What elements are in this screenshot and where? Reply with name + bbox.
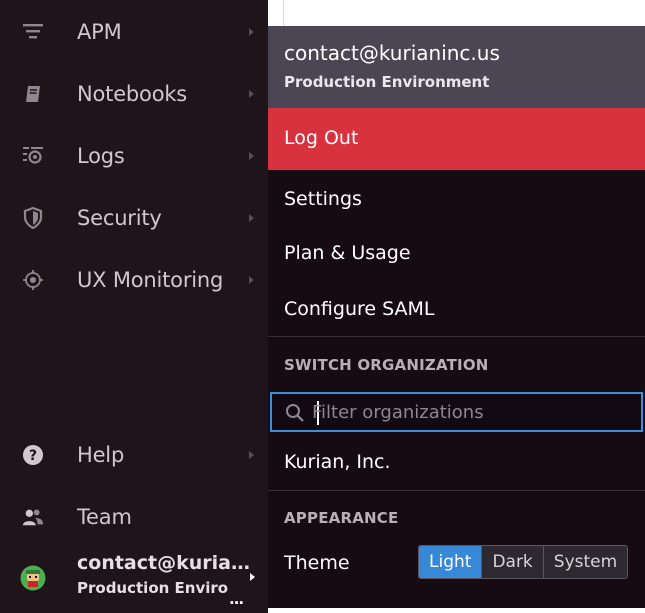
svg-text:?: ? <box>29 448 37 464</box>
sidebar-item-ux-monitoring[interactable]: UX Monitoring <box>0 252 268 308</box>
theme-system-button[interactable]: System <box>542 546 628 578</box>
theme-dark-button[interactable]: Dark <box>481 546 543 578</box>
logs-icon <box>22 145 44 167</box>
user-email: contact@kuria… <box>77 552 250 574</box>
sidebar-item-label: Help <box>77 443 125 467</box>
sidebar-item-help[interactable]: ? Help <box>0 427 268 483</box>
chevron-right-icon <box>249 276 254 284</box>
main-divider <box>283 0 284 26</box>
theme-label: Theme <box>284 552 350 574</box>
organization-name: Kurian, Inc. <box>284 451 391 473</box>
shield-icon <box>22 207 44 229</box>
account-email: contact@kurianinc.us <box>284 41 500 65</box>
log-out-button[interactable]: Log Out <box>268 108 645 170</box>
sidebar-item-notebooks[interactable]: Notebooks <box>0 66 268 122</box>
notebook-icon <box>22 83 44 105</box>
filter-organizations-field[interactable] <box>270 392 643 432</box>
sidebar-item-logs[interactable]: Logs <box>0 128 268 184</box>
help-icon: ? <box>22 444 44 466</box>
appearance-heading: APPEARANCE <box>284 509 399 527</box>
divider <box>268 336 645 337</box>
chevron-right-icon <box>249 214 254 222</box>
account-environment: Production Environment <box>284 73 490 91</box>
configure-saml-label: Configure SAML <box>284 298 435 320</box>
log-out-label: Log Out <box>284 127 359 149</box>
sidebar-item-label: Notebooks <box>77 82 188 106</box>
plan-usage-link[interactable]: Plan & Usage <box>268 226 645 280</box>
sidebar-item-label: Security <box>77 206 162 230</box>
account-menu: contact@kurianinc.us Production Environm… <box>268 26 645 608</box>
chevron-right-icon <box>249 152 254 160</box>
chevron-right-icon <box>249 28 254 36</box>
configure-saml-link[interactable]: Configure SAML <box>268 282 645 336</box>
search-icon <box>286 404 304 422</box>
ux-monitoring-icon <box>22 269 44 291</box>
chevron-right-icon <box>250 573 255 581</box>
divider <box>268 490 645 491</box>
sidebar-item-apm[interactable]: APM <box>0 4 268 60</box>
chevron-right-icon <box>249 451 254 459</box>
user-environment: Production Enviro <box>77 579 229 597</box>
filter-organizations-input[interactable] <box>312 398 632 426</box>
sidebar-item-security[interactable]: Security <box>0 190 268 246</box>
plan-usage-label: Plan & Usage <box>284 242 411 264</box>
avatar <box>20 565 46 591</box>
theme-toggle-group: Light Dark System <box>418 545 629 579</box>
sidebar-item-label: UX Monitoring <box>77 268 224 292</box>
settings-label: Settings <box>284 188 362 210</box>
switch-organization-heading: SWITCH ORGANIZATION <box>284 356 489 374</box>
chevron-right-icon <box>249 90 254 98</box>
settings-link[interactable]: Settings <box>268 172 645 226</box>
user-account-menu[interactable]: contact@kuria… Production Enviro ... <box>0 546 268 608</box>
sidebar-item-label: Logs <box>77 144 125 168</box>
apm-icon <box>22 21 44 43</box>
organization-item[interactable]: Kurian, Inc. <box>268 436 645 488</box>
account-menu-header: contact@kurianinc.us Production Environm… <box>268 26 645 108</box>
sidebar-item-team[interactable]: Team <box>0 489 268 545</box>
sidebar-item-label: APM <box>77 20 122 44</box>
sidebar: APM Notebooks Logs Security UX Monitorin… <box>0 0 268 613</box>
more-indicator: ... <box>229 590 244 608</box>
team-icon <box>22 506 44 528</box>
sidebar-item-label: Team <box>77 505 132 529</box>
theme-light-button[interactable]: Light <box>419 546 482 578</box>
